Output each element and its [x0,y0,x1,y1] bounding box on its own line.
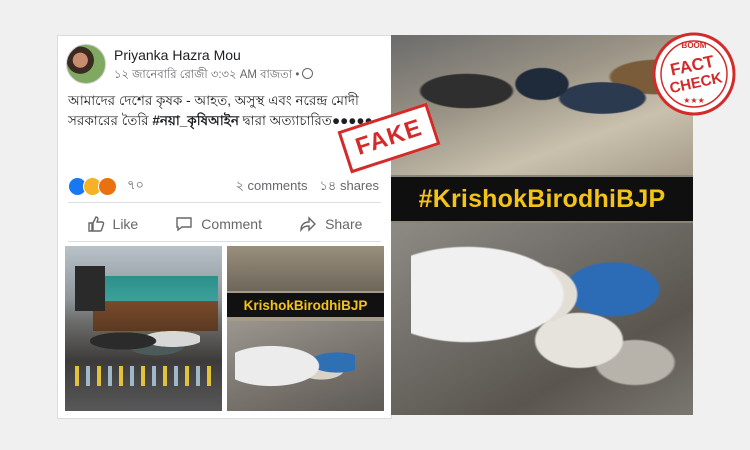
post-text: আমাদের দেশের কৃষক - আহত, অসুস্থ এবং নরেন… [68,91,386,131]
truck-cab-shape [75,266,105,311]
comment-icon [176,217,192,232]
collage-top [227,246,384,291]
divider [68,241,381,242]
comment-label: Comment [201,216,262,232]
divider [68,202,381,203]
seal-stars: ★★★ [683,96,705,105]
bottles-shape [75,366,215,386]
share-label: Share [325,216,363,232]
avatar[interactable] [66,44,106,84]
collage-banner: KrishokBirodhiBJP [227,293,384,317]
fact-check-seal-icon: BOOM FACT CHECK ★★★ [652,32,736,116]
composite-photo: #KrishokBirodhiBJP [391,35,693,415]
seal-top-text: BOOM [682,41,707,50]
facebook-post-card: Priyanka Hazra Mou ১২ জানেবারি রোজী ৩:৩২… [57,35,392,419]
post-header: Priyanka Hazra Mou ১২ জানেবারি রোজী ৩:৩২… [66,44,386,84]
injured-man-shape [411,235,691,405]
poster-name[interactable]: Priyanka Hazra Mou [114,47,241,63]
hashtag-link[interactable]: #নয়া_কৃষিআইন [152,113,239,128]
post-photo-truck[interactable] [65,246,222,411]
hashtag-banner: #KrishokBirodhiBJP [391,177,693,221]
share-button[interactable]: Share [299,215,362,233]
comment-button[interactable]: Comment [175,215,262,233]
engagement-counts: ২ comments ১৪ shares [235,177,379,198]
like-label: Like [112,216,139,232]
post-photo-collage[interactable]: KrishokBirodhiBJP [227,246,384,411]
police-figures-shape [391,35,693,175]
post-timestamp[interactable]: ১২ জানেবারি রোজী ৩:৩২ AM বাজতা • [114,69,299,81]
shares-count[interactable]: ১৪ shares [319,178,379,193]
comments-count[interactable]: ২ comments [235,178,307,193]
post-actions: Like Comment Share [68,208,381,240]
thumbs-up-icon [87,216,104,232]
people-shape [90,321,200,361]
angry-reaction-icon [98,176,117,196]
like-button[interactable]: Like [87,215,139,233]
collage-man-shape [235,331,355,401]
globe-icon [302,68,314,79]
share-icon [300,216,317,233]
reactions-summary[interactable]: ৭০ [68,176,144,196]
post-meta: ১২ জানেবারি রোজী ৩:৩২ AM বাজতা • [114,66,314,85]
reaction-count: ৭০ [127,176,144,192]
